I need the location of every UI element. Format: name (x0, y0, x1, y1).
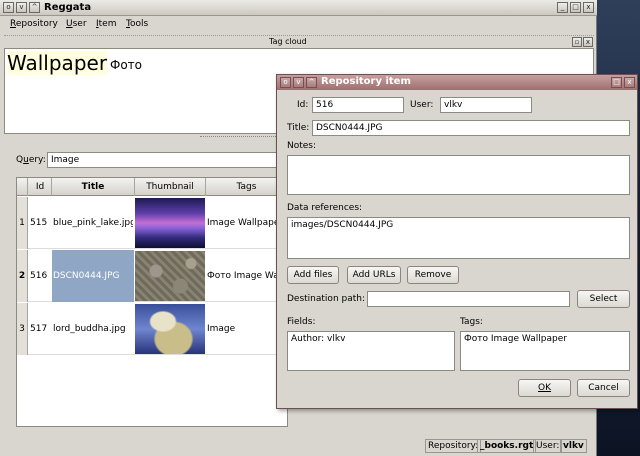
title-label: Title: (287, 123, 310, 133)
fields-label: Fields: (287, 317, 316, 327)
cell-tags: Image Wallpaper (207, 218, 284, 228)
remove-button[interactable]: Remove (407, 266, 459, 284)
menu-tools[interactable]: Tools (126, 19, 148, 29)
header-corner (17, 178, 28, 196)
cell-title: DSCN0444.JPG (53, 271, 120, 281)
header-thumbnail[interactable]: Thumbnail (135, 182, 205, 192)
cell-tags: Фото Image Wa (207, 271, 279, 281)
dialog-title-bar[interactable]: o v ^ Repository item □ x (277, 75, 637, 90)
id-field[interactable]: 516 (312, 97, 404, 113)
id-label: Id: (297, 100, 309, 110)
status-bar: Repository: _books.rgt User: vlkv (0, 436, 597, 456)
table-row[interactable]: 3 517 lord_buddha.jpg Image (17, 303, 287, 355)
menu-item[interactable]: Item (96, 19, 117, 29)
close-icon[interactable]: x (624, 77, 635, 88)
maximize-icon[interactable]: □ (611, 77, 622, 88)
tag-cloud-dock-header: Tag cloud ▫ x (4, 35, 594, 47)
cell-id: 517 (30, 324, 48, 334)
row-number: 3 (17, 303, 28, 355)
dock-close-icon[interactable]: x (583, 37, 593, 47)
cell-title: lord_buddha.jpg (53, 324, 126, 334)
keep-above-icon[interactable]: ^ (29, 2, 40, 13)
menu-repository[interactable]: Repository (10, 19, 58, 29)
ok-label: OK (538, 383, 551, 393)
row-number: 2 (17, 250, 28, 302)
cell-id: 516 (30, 271, 48, 281)
cell-tags: Image (207, 324, 236, 334)
header-tags[interactable]: Tags (206, 182, 287, 192)
status-repository-label: Repository: (425, 439, 482, 453)
items-table: Id Title Thumbnail Tags 1 515 blue_pink_… (16, 177, 288, 427)
shade-icon[interactable]: v (16, 2, 27, 13)
data-references-list[interactable]: images/DSCN0444.JPG (287, 217, 630, 259)
status-repository-value: _books.rgt (477, 439, 537, 453)
tags-label: Tags: (460, 317, 483, 327)
destination-path-label: Destination path: (287, 294, 365, 304)
window-menu-icon[interactable]: o (280, 77, 291, 88)
keep-above-icon[interactable]: ^ (306, 77, 317, 88)
notes-textarea[interactable] (287, 155, 630, 195)
add-files-button[interactable]: Add files (287, 266, 339, 284)
tag-cloud-title: Tag cloud (269, 37, 307, 46)
thumbnail-stones (135, 251, 205, 301)
main-title-bar[interactable]: o v ^ Reggata _ □ x (0, 0, 597, 16)
cancel-button[interactable]: Cancel (577, 379, 630, 397)
minimize-icon[interactable]: _ (557, 2, 568, 13)
destination-path-field[interactable] (367, 291, 570, 307)
query-label: Query: (16, 155, 46, 165)
header-id[interactable]: Id (29, 182, 51, 192)
status-user-value: vlkv (560, 439, 587, 453)
repository-item-dialog: o v ^ Repository item □ x Id: 516 User: … (276, 74, 638, 409)
cell-title: blue_pink_lake.jpg (53, 218, 133, 228)
main-window-title: Reggata (44, 2, 92, 13)
header-title[interactable]: Title (52, 182, 134, 192)
close-icon[interactable]: x (583, 2, 594, 13)
dock-float-icon[interactable]: ▫ (572, 37, 582, 47)
table-row[interactable]: 1 515 blue_pink_lake.jpg Image Wallpaper (17, 197, 287, 249)
title-field[interactable]: DSCN0444.JPG (312, 120, 630, 136)
thumbnail-buddha (135, 304, 205, 354)
tags-textarea[interactable]: Фото Image Wallpaper (460, 331, 630, 371)
menu-bar: Repository User Item Tools (0, 17, 597, 33)
fields-textarea[interactable]: Author: vlkv (287, 331, 455, 371)
add-urls-button[interactable]: Add URLs (347, 266, 401, 284)
thumbnail-lake (135, 198, 205, 248)
tag-foto[interactable]: Фото (110, 58, 142, 72)
table-row-selected[interactable]: 2 516 DSCN0444.JPG Фото Image Wa (17, 250, 287, 302)
row-number: 1 (17, 197, 28, 249)
data-references-label: Data references: (287, 203, 363, 213)
menu-user[interactable]: User (66, 19, 87, 29)
window-menu-icon[interactable]: o (3, 2, 14, 13)
tag-wallpaper[interactable]: Wallpaper (7, 51, 108, 75)
query-input[interactable]: Image (47, 152, 287, 168)
user-field[interactable]: vlkv (440, 97, 532, 113)
notes-label: Notes: (287, 141, 317, 151)
select-button[interactable]: Select (577, 290, 630, 308)
status-user-label: User: (533, 439, 563, 453)
user-label: User: (410, 100, 434, 110)
dialog-title: Repository item (321, 76, 411, 87)
ok-button[interactable]: OK (518, 379, 571, 397)
maximize-icon[interactable]: □ (570, 2, 581, 13)
shade-icon[interactable]: v (293, 77, 304, 88)
cell-id: 515 (30, 218, 48, 228)
